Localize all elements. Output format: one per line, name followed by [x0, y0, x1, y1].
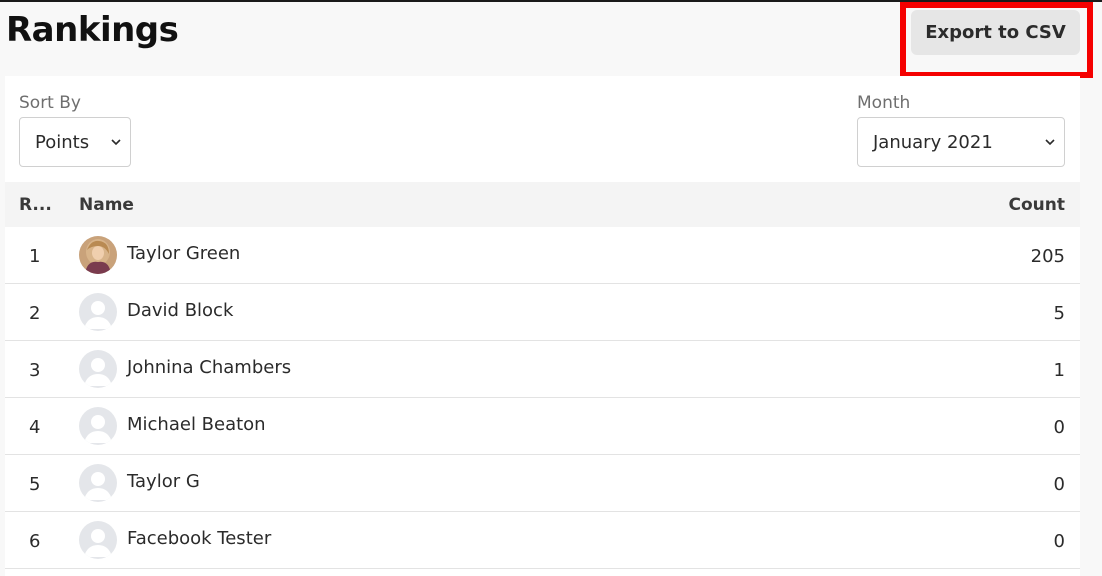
month-select[interactable]: January 2021 — [857, 117, 1065, 167]
rankings-page: Rankings Export to CSV Sort By Points Mo… — [0, 0, 1102, 576]
row-count: 205 — [1030, 246, 1065, 267]
default-user-icon — [79, 521, 117, 559]
default-user-icon — [79, 464, 117, 502]
row-count: 0 — [1053, 474, 1065, 495]
row-name[interactable]: Taylor Green — [127, 243, 240, 264]
row-name[interactable]: David Block — [127, 300, 233, 321]
sort-by-label: Sort By — [19, 93, 81, 113]
row-rank: 3 — [29, 360, 41, 381]
table-row[interactable]: 3 Johnina Chambers 1 — [5, 341, 1080, 398]
column-header-rank[interactable]: R... — [19, 195, 52, 215]
table-row[interactable]: 1 Taylor Green 205 — [5, 227, 1080, 284]
chevron-down-icon — [1036, 138, 1064, 146]
month-value: January 2021 — [873, 131, 993, 153]
row-name[interactable]: Johnina Chambers — [127, 357, 291, 378]
avatar — [79, 236, 117, 274]
row-name[interactable]: Facebook Tester — [127, 528, 271, 549]
chevron-down-icon — [102, 138, 130, 146]
row-rank: 5 — [29, 474, 41, 495]
row-count: 5 — [1053, 303, 1065, 324]
default-user-icon — [79, 350, 117, 388]
table-row[interactable]: 5 Taylor G 0 — [5, 455, 1080, 512]
row-name[interactable]: Taylor G — [127, 471, 200, 492]
table-row[interactable]: 4 Michael Beaton 0 — [5, 398, 1080, 455]
sort-by-value: Points — [35, 131, 90, 153]
row-rank: 6 — [29, 531, 41, 552]
row-count: 0 — [1053, 531, 1065, 552]
row-count: 1 — [1053, 360, 1065, 381]
row-rank: 1 — [29, 246, 41, 267]
table-header: R... Name Count — [5, 182, 1080, 227]
sort-by-select[interactable]: Points — [19, 117, 131, 167]
row-rank: 4 — [29, 417, 41, 438]
rankings-card: Sort By Points Month January 2021 R... N… — [5, 76, 1080, 576]
column-header-count[interactable]: Count — [1009, 195, 1066, 215]
row-rank: 2 — [29, 303, 41, 324]
default-user-icon — [79, 407, 117, 445]
row-count: 0 — [1053, 417, 1065, 438]
default-user-icon — [79, 293, 117, 331]
row-name[interactable]: Michael Beaton — [127, 414, 266, 435]
table-row[interactable]: 2 David Block 5 — [5, 284, 1080, 341]
month-label: Month — [857, 93, 911, 113]
highlight-annotation — [900, 2, 1093, 78]
page-title: Rankings — [6, 10, 179, 50]
table-row[interactable]: 6 Facebook Tester 0 — [5, 512, 1080, 569]
column-header-name[interactable]: Name — [79, 195, 134, 215]
